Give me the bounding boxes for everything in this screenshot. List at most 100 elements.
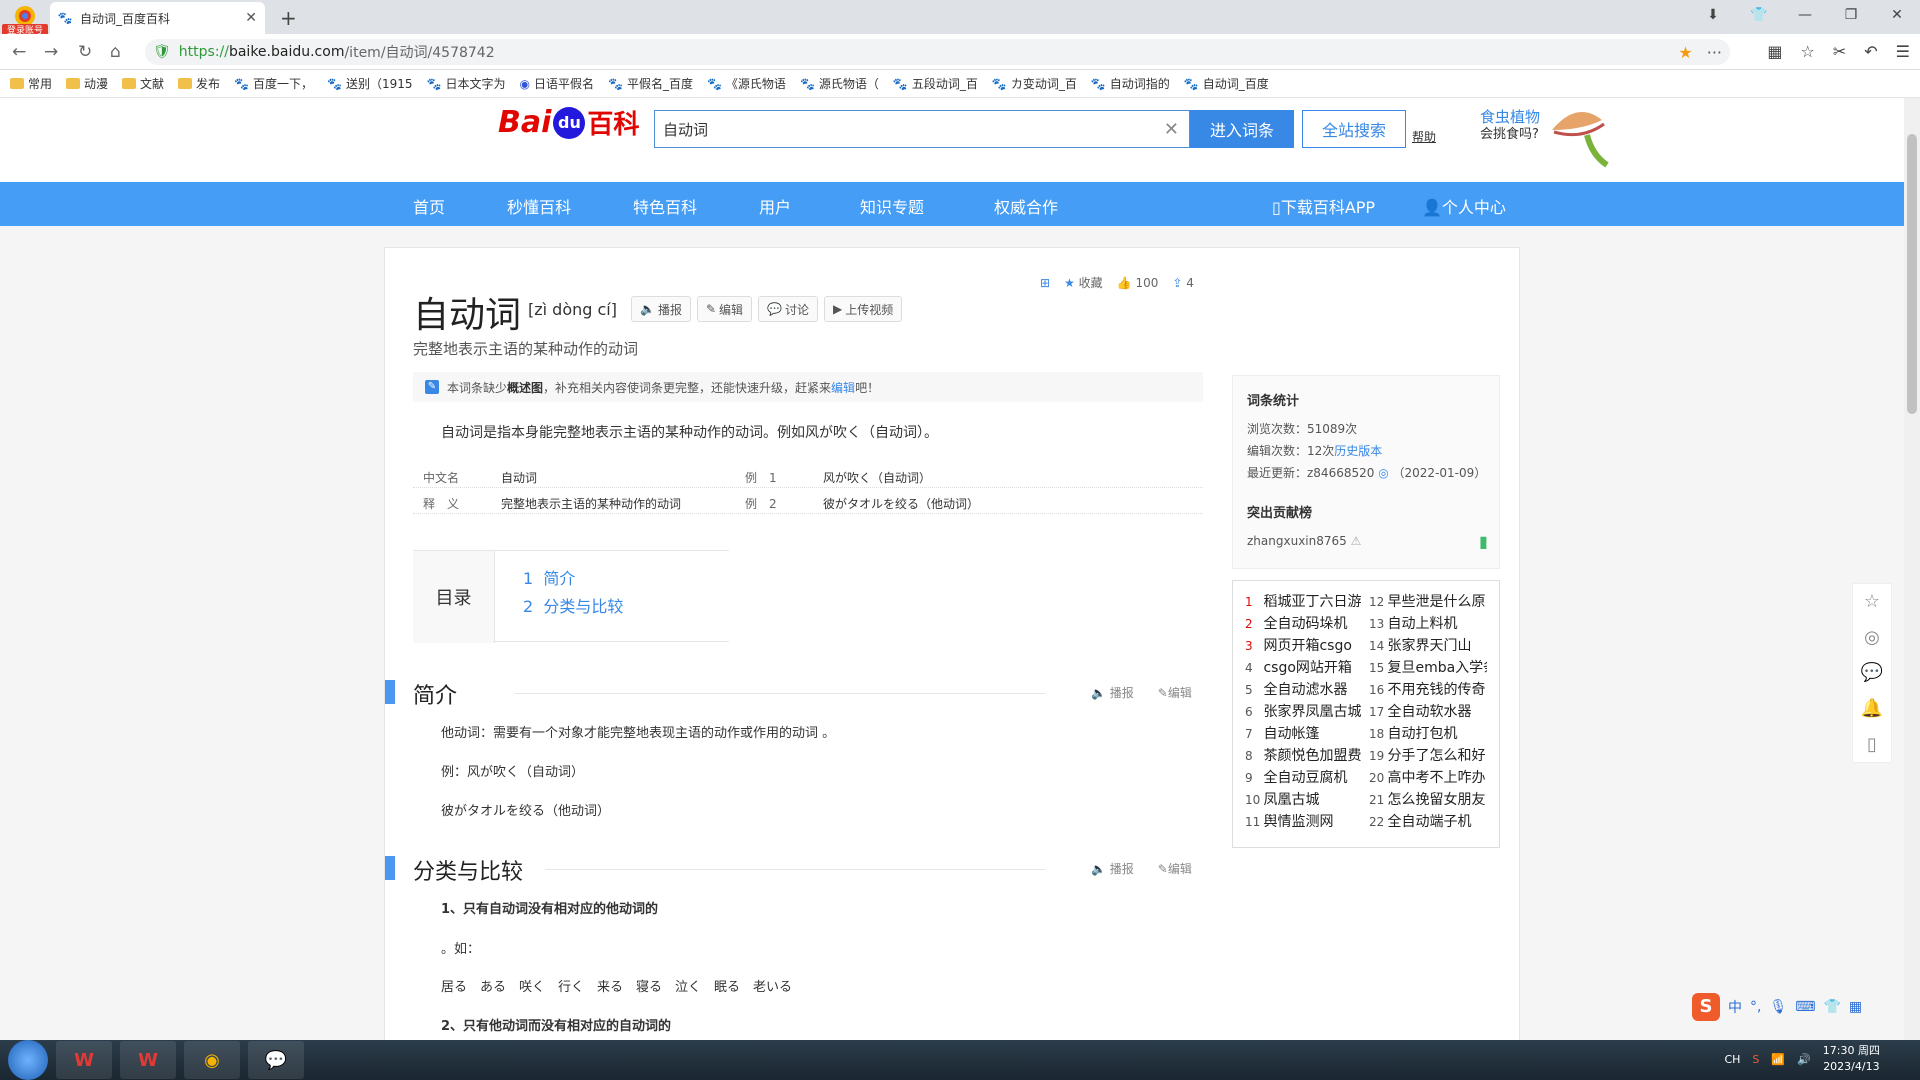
star-icon[interactable]: ☆ [1864, 591, 1880, 612]
hot-search-item[interactable]: 12 早些泄是什么原 [1369, 591, 1487, 611]
like-button[interactable]: 👍 100 [1117, 276, 1159, 290]
hot-search-item[interactable]: 8 茶颜悦色加盟费 [1245, 745, 1363, 765]
add-icon[interactable]: ⊞ [1040, 276, 1050, 290]
section-edit-button[interactable]: ✎编辑 [1158, 684, 1192, 701]
baidu-baike-logo[interactable]: Bai du 百科 [498, 104, 639, 141]
bookmark-folder[interactable]: 文献 [122, 75, 164, 92]
restore-button[interactable]: ❐ [1828, 7, 1874, 23]
share-button[interactable]: ⇪ 4 [1172, 276, 1194, 290]
bookmark-link[interactable]: 🐾 源氏物语（ [800, 75, 879, 92]
hot-search-item[interactable]: 19 分手了怎么和好 [1369, 745, 1487, 765]
favorites-icon[interactable]: ☆ [1801, 42, 1815, 61]
bookmark-star-icon[interactable]: ★ [1678, 43, 1692, 62]
hot-search-item[interactable]: 15 复旦emba入学条 [1369, 657, 1487, 677]
qq-icon[interactable]: 🔔 [1861, 698, 1883, 719]
hot-search-item[interactable]: 13 自动上料机 [1369, 613, 1487, 633]
hot-search-item[interactable]: 14 张家界天门山 [1369, 635, 1487, 655]
collect-button[interactable]: ★ 收藏 [1064, 274, 1103, 291]
notice-edit-link[interactable]: 编辑 [831, 381, 855, 395]
close-tab-icon[interactable]: ✕ [245, 10, 257, 26]
history-link[interactable]: 历史版本 [1334, 444, 1382, 458]
sogou-tray-icon[interactable]: S [1752, 1053, 1759, 1066]
bookmark-link[interactable]: ◉ 日语平假名 [520, 75, 595, 92]
hot-search-item[interactable]: 20 高中考不上咋办 [1369, 767, 1487, 787]
mobile-icon[interactable]: ▯ [1867, 734, 1877, 755]
wechat-icon[interactable]: 💬 [1861, 662, 1883, 683]
new-tab-button[interactable]: + [280, 6, 297, 30]
menu-icon[interactable]: ☰ [1896, 42, 1910, 61]
enter-entry-button[interactable]: 进入词条 [1190, 110, 1294, 148]
url-input[interactable]: 🛡 https:// baike.baidu.com /item/自动词/457… [145, 39, 1730, 65]
section-read-button[interactable]: 🔈 播报 [1091, 860, 1134, 877]
wechat-taskbar-icon[interactable]: 💬 [248, 1041, 304, 1079]
more-icon[interactable]: ··· [1707, 43, 1722, 62]
section-edit-button[interactable]: ✎编辑 [1158, 860, 1192, 877]
clear-search-icon[interactable]: ✕ [1164, 119, 1179, 140]
site-search-button[interactable]: 全站搜索 [1302, 110, 1406, 148]
edit-button[interactable]: ✎ 编辑 [696, 296, 753, 322]
contributor-link[interactable]: zhangxuxin8765 ⚠ [1247, 534, 1361, 548]
nav-featured[interactable]: 特色百科 [633, 194, 697, 218]
undo-icon[interactable]: ↶ [1864, 42, 1877, 61]
network-icon[interactable]: 📶 [1771, 1053, 1785, 1066]
hot-search-item[interactable]: 6 张家界凤凰古城 [1245, 701, 1363, 721]
bookmark-link[interactable]: 🐾 平假名_百度 [608, 75, 693, 92]
hot-search-item[interactable]: 9 全自动豆腐机 [1245, 767, 1363, 787]
hot-search-item[interactable]: 17 全自动软水器 [1369, 701, 1487, 721]
nav-topics[interactable]: 知识专题 [860, 194, 924, 218]
read-aloud-button[interactable]: 🔈 播报 [631, 296, 691, 322]
bookmark-link[interactable]: 🐾 自动词_百度 [1184, 75, 1269, 92]
nav-home[interactable]: 首页 [413, 194, 445, 218]
nav-users[interactable]: 用户 [759, 194, 791, 218]
bookmark-link[interactable]: 🐾 送别（1915 [327, 75, 413, 92]
discuss-button[interactable]: 💬 讨论 [758, 296, 819, 322]
bookmark-link[interactable]: 🐾 自动词指的 [1091, 75, 1170, 92]
hot-search-item[interactable]: 18 自动打包机 [1369, 723, 1487, 743]
bookmark-folder[interactable]: 常用 [10, 75, 52, 92]
wps-taskbar-icon[interactable]: W [120, 1041, 176, 1079]
section-read-button[interactable]: 🔈 播报 [1091, 684, 1134, 701]
hot-search-item[interactable]: 2 全自动码垛机 [1245, 613, 1363, 633]
clock[interactable]: 17:30 周四 2023/4/13 [1823, 1043, 1880, 1075]
hot-search-item[interactable]: 3 网页开箱csgo [1245, 635, 1363, 655]
page-scrollbar[interactable] [1904, 98, 1920, 1040]
home-icon[interactable]: ⌂ [110, 42, 121, 62]
upload-video-button[interactable]: ▶ 上传视频 [824, 296, 903, 322]
toc-item-classification[interactable]: 2 分类与比较 [523, 593, 623, 617]
apps-icon[interactable]: ▦ [1767, 42, 1782, 61]
wps-taskbar-icon[interactable]: W [56, 1041, 112, 1079]
hot-search-item[interactable]: 21 怎么挽留女朋友 [1369, 789, 1487, 809]
nav-miaodong[interactable]: 秒懂百科 [507, 194, 571, 218]
promo-ad[interactable]: 食虫植物 会挑食吗? [1480, 108, 1609, 168]
volume-icon[interactable]: 🔊 [1797, 1053, 1811, 1066]
hot-search-item[interactable]: 11 舆情监测网 [1245, 811, 1363, 831]
minimize-button[interactable]: — [1782, 7, 1828, 23]
start-button[interactable] [8, 1040, 48, 1080]
bookmark-link[interactable]: 🐾 日本文字为 [427, 75, 506, 92]
download-icon[interactable]: ⬇ [1690, 7, 1736, 23]
active-tab[interactable]: 🐾 自动词_百度百科 ✕ [50, 2, 265, 34]
download-app-link[interactable]: ▯下载百科APP [1272, 194, 1375, 218]
ime-toolbar[interactable]: S 中 °, 🎙 ⌨ 👕 ▦ [1692, 993, 1862, 1021]
bookmark-link[interactable]: 🐾 百度一下， [234, 75, 313, 92]
hot-search-item[interactable]: 10 凤凰古城 [1245, 789, 1363, 809]
nav-cooperation[interactable]: 权威合作 [994, 194, 1058, 218]
search-input[interactable]: 自动词 ✕ [654, 110, 1190, 148]
personal-center-link[interactable]: 👤个人中心 [1422, 194, 1506, 218]
close-window-button[interactable]: ✕ [1874, 7, 1920, 23]
hot-search-item[interactable]: 1 稻城亚丁六日游 [1245, 591, 1363, 611]
hot-search-item[interactable]: 7 自动帐篷 [1245, 723, 1363, 743]
hot-search-item[interactable]: 16 不用充钱的传奇 [1369, 679, 1487, 699]
browser-logo[interactable]: 登录账号 [2, 2, 48, 38]
toc-item-intro[interactable]: 1 简介 [523, 565, 575, 589]
bookmark-link[interactable]: 🐾 五段动词_百 [893, 75, 978, 92]
hot-search-item[interactable]: 4 csgo网站开箱 [1245, 657, 1363, 677]
bookmark-link[interactable]: 🐾 《源氏物语 [707, 75, 786, 92]
bookmark-icon[interactable]: ▮ [1479, 532, 1488, 551]
bookmark-folder[interactable]: 动漫 [66, 75, 108, 92]
weibo-icon[interactable]: ◎ [1864, 627, 1880, 648]
bookmark-folder[interactable]: 发布 [178, 75, 220, 92]
back-icon[interactable]: ← [12, 42, 26, 62]
hot-search-item[interactable]: 22 全自动端子机 [1369, 811, 1487, 831]
help-link[interactable]: 帮助 [1412, 128, 1436, 145]
